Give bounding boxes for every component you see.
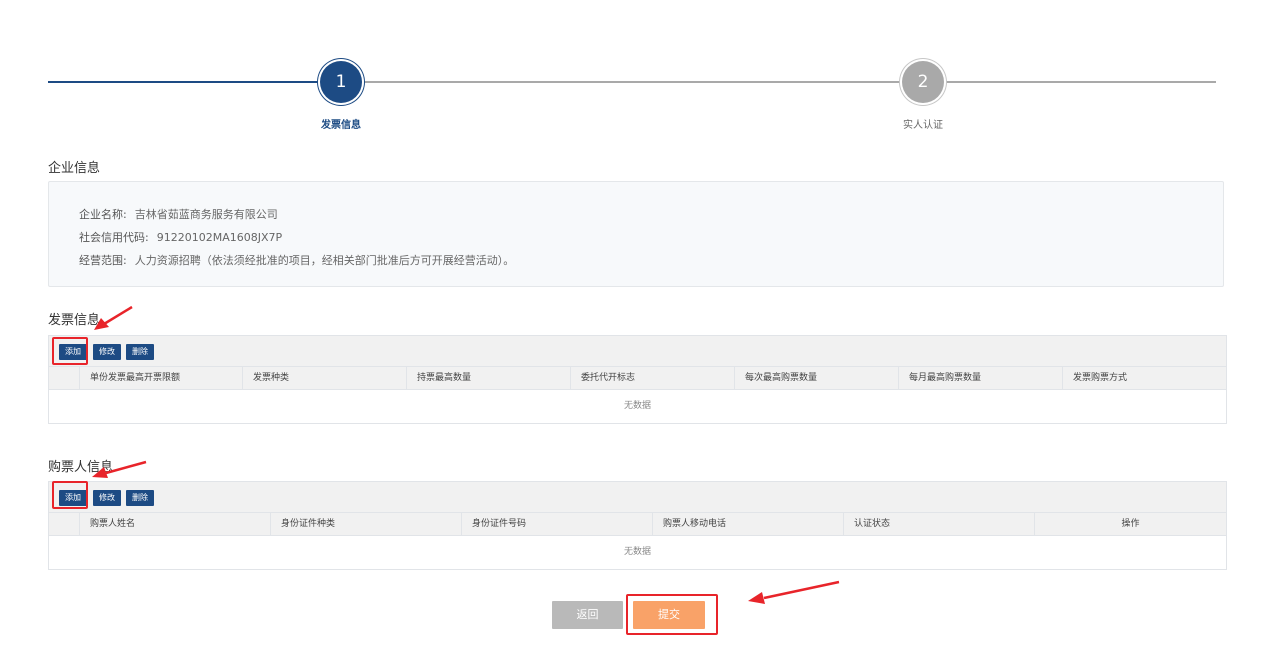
invoice-table: 添加 修改 删除 单份发票最高开票限额 发票种类 持票最高数量 委托代开标志 每…	[48, 335, 1227, 424]
company-section-title: 企业信息	[48, 161, 101, 176]
arrowhead-submit	[748, 592, 765, 604]
submit-button[interactable]: 提交	[633, 601, 705, 629]
step-line-pending	[342, 81, 1216, 83]
invoice-delete-button[interactable]: 删除	[126, 344, 154, 360]
invoice-edit-button[interactable]: 修改	[93, 344, 121, 360]
step-line-completed	[48, 81, 342, 83]
buyer-add-button[interactable]: 添加	[59, 490, 87, 506]
invoice-col-per-month: 每月最高购票数量	[898, 367, 1062, 390]
back-button[interactable]: 返回	[552, 601, 623, 629]
company-name-label: 企业名称:	[79, 208, 127, 221]
credit-code-label: 社会信用代码:	[79, 231, 149, 244]
step-1-circle: 1	[320, 61, 362, 103]
step-2-label: 实人认证	[903, 120, 943, 131]
buyer-header-row: 购票人姓名 身份证件种类 身份证件号码 购票人移动电话 认证状态 操作	[49, 513, 1226, 536]
invoice-section-title: 发票信息	[48, 313, 101, 328]
progress-stepper: 1 2 发票信息 实人认证	[48, 58, 1216, 138]
buyer-col-actions: 操作	[1034, 513, 1226, 536]
invoice-header-row: 单份发票最高开票限额 发票种类 持票最高数量 委托代开标志 每次最高购票数量 每…	[49, 367, 1226, 390]
invoice-empty-row: 无数据	[49, 390, 1226, 423]
business-scope-label: 经营范围:	[79, 254, 127, 267]
credit-code-row: 社会信用代码: 91220102MA1608JX7P	[79, 229, 282, 245]
buyer-toolbar: 添加 修改 删除	[49, 482, 1226, 513]
company-name-value: 吉林省茹蓝商务服务有限公司	[134, 208, 278, 221]
company-name-row: 企业名称: 吉林省茹蓝商务服务有限公司	[79, 206, 278, 222]
buyer-col-auth-status: 认证状态	[843, 513, 1034, 536]
buyer-col-mobile: 购票人移动电话	[652, 513, 843, 536]
buyer-empty-row: 无数据	[49, 536, 1226, 569]
buyer-edit-button[interactable]: 修改	[93, 490, 121, 506]
buyer-col-name: 购票人姓名	[79, 513, 270, 536]
step-1-label: 发票信息	[321, 120, 361, 131]
buyer-delete-button[interactable]: 删除	[126, 490, 154, 506]
invoice-col-max-amount: 单份发票最高开票限额	[79, 367, 242, 390]
buyer-select-all-cell[interactable]	[49, 513, 79, 536]
company-info-panel: 企业名称: 吉林省茹蓝商务服务有限公司 社会信用代码: 91220102MA1608…	[48, 181, 1224, 287]
invoice-col-method: 发票购票方式	[1062, 367, 1226, 390]
step-2-circle: 2	[902, 61, 944, 103]
invoice-col-type: 发票种类	[242, 367, 406, 390]
business-scope-value: 人力资源招聘（依法须经批准的项目，经相关部门批准后方可开展经营活动）。	[134, 254, 515, 267]
credit-code-value: 91220102MA1608JX7P	[156, 231, 283, 244]
invoice-col-per-purchase: 每次最高购票数量	[734, 367, 898, 390]
invoice-col-max-hold: 持票最高数量	[406, 367, 570, 390]
arrow-invoice-add	[103, 305, 133, 326]
invoice-col-delegate-flag: 委托代开标志	[570, 367, 734, 390]
business-scope-row: 经营范围: 人力资源招聘（依法须经批准的项目，经相关部门批准后方可开展经营活动）。	[79, 252, 514, 268]
buyer-section-title: 购票人信息	[48, 460, 114, 475]
invoice-toolbar: 添加 修改 删除	[49, 336, 1226, 367]
buyer-col-id-number: 身份证件号码	[461, 513, 652, 536]
buyer-col-id-type: 身份证件种类	[270, 513, 461, 536]
invoice-add-button[interactable]: 添加	[59, 344, 87, 360]
buyer-table: 添加 修改 删除 购票人姓名 身份证件种类 身份证件号码 购票人移动电话 认证状…	[48, 481, 1227, 570]
arrow-submit	[763, 580, 840, 600]
select-all-cell[interactable]	[49, 367, 79, 390]
